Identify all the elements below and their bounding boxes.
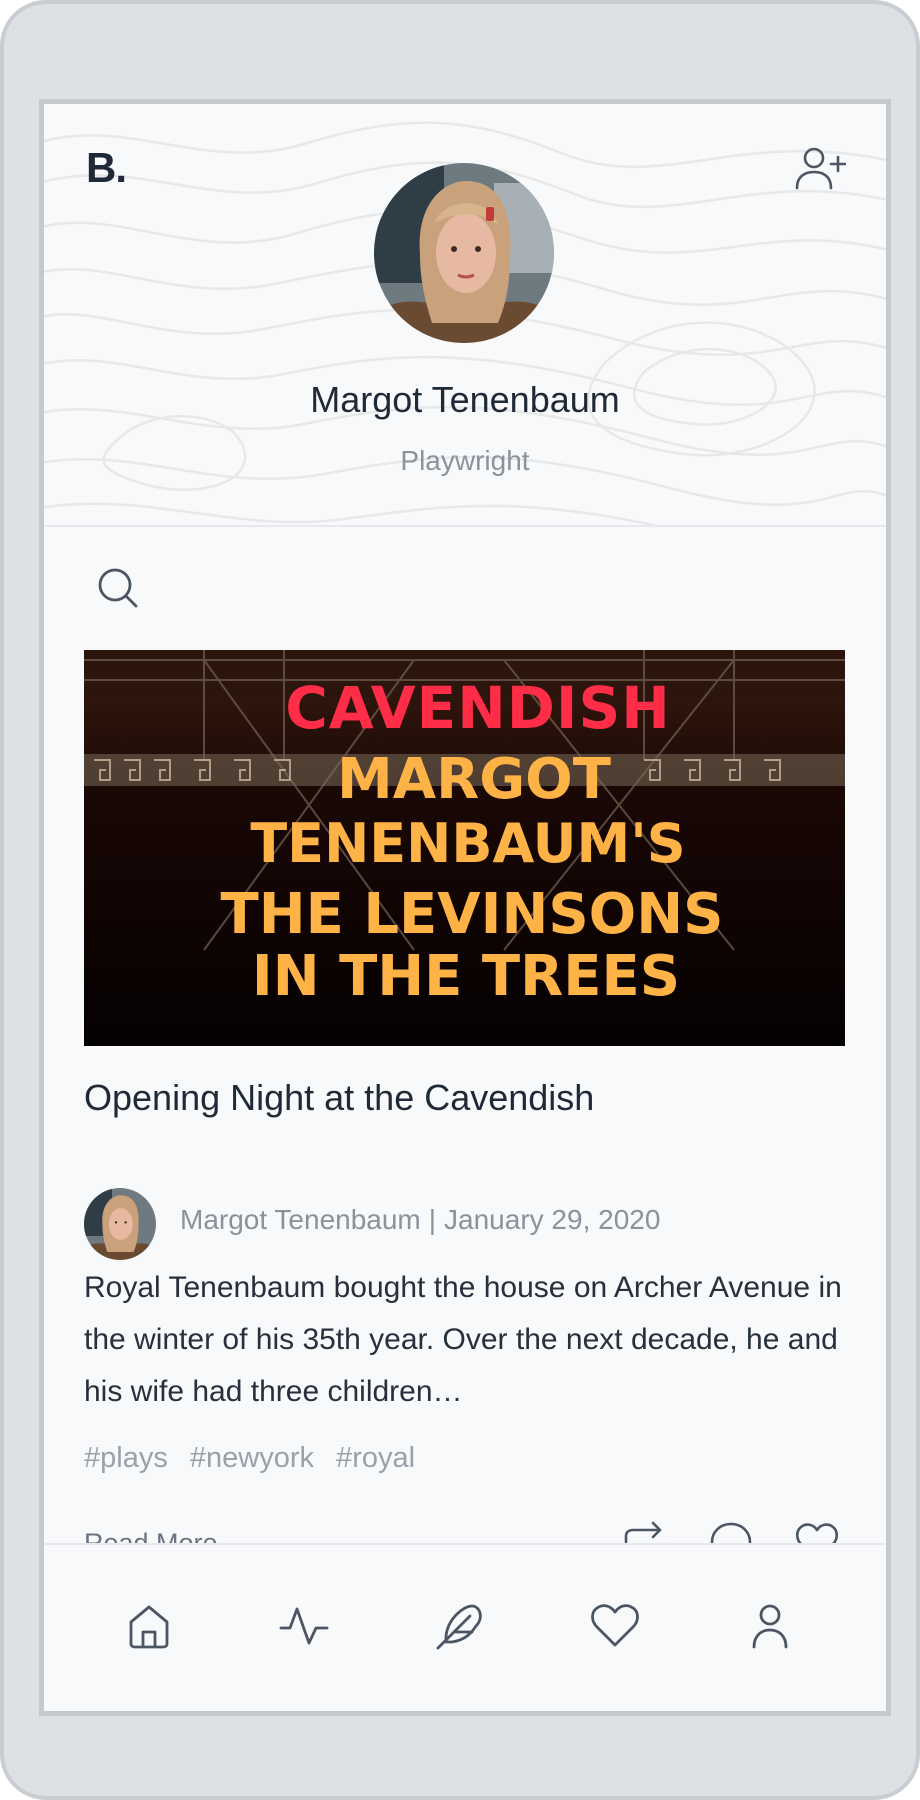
profile-header: B. Margot Tenenbaum Playwright	[44, 104, 886, 527]
search-icon	[98, 568, 138, 608]
tab-favorites[interactable]	[589, 1600, 641, 1652]
theater-marquee-image: CAVENDISH MARGOT TENENBAUM'S THE LEVINSO…	[84, 650, 845, 1046]
tab-home[interactable]	[123, 1600, 175, 1652]
profile-name: Margot Tenenbaum	[310, 379, 620, 420]
app-logo[interactable]: B.	[86, 144, 127, 192]
tag-newyork[interactable]: #newyork	[190, 1442, 314, 1474]
heart-icon	[591, 1604, 639, 1647]
profile-role: Playwright	[400, 445, 530, 476]
tab-profile[interactable]	[744, 1600, 796, 1652]
tab-activity[interactable]	[278, 1600, 330, 1652]
post-tags: #plays #newyork #royal	[84, 1442, 429, 1475]
post-date: January 29, 2020	[444, 1204, 661, 1235]
avatar-portrait	[374, 163, 554, 343]
user-icon	[752, 1604, 788, 1649]
post-meta: Margot Tenenbaum | January 29, 2020	[180, 1204, 660, 1236]
tag-royal[interactable]: #royal	[336, 1442, 415, 1474]
post-excerpt: Royal Tenenbaum bought the house on Arch…	[84, 1271, 842, 1408]
add-user-button[interactable]	[794, 146, 846, 192]
bottom-tab-bar	[44, 1543, 886, 1711]
tab-write[interactable]	[434, 1600, 486, 1652]
device-frame: B. Margot Tenenbaum Playwright CAVENDISH…	[0, 0, 920, 1800]
activity-icon	[279, 1607, 329, 1645]
tag-plays[interactable]: #plays	[84, 1442, 168, 1474]
post-image[interactable]: CAVENDISH MARGOT TENENBAUM'S THE LEVINSO…	[84, 650, 845, 1046]
marquee-line-4: THE LEVINSONS	[221, 882, 724, 947]
feather-icon	[436, 1604, 482, 1650]
profile-avatar[interactable]	[374, 163, 554, 343]
user-plus-icon	[795, 147, 846, 190]
search-button[interactable]	[94, 564, 142, 612]
meta-separator: |	[428, 1204, 437, 1235]
app-screen: B. Margot Tenenbaum Playwright CAVENDISH…	[39, 99, 891, 1716]
author-avatar[interactable]	[84, 1188, 156, 1260]
post-author[interactable]: Margot Tenenbaum	[180, 1204, 421, 1235]
marquee-line-1: CAVENDISH	[285, 674, 671, 742]
post-title[interactable]: Opening Night at the Cavendish	[84, 1077, 844, 1119]
marquee-line-2: MARGOT	[337, 747, 611, 812]
marquee-line-3: TENENBAUM'S	[250, 812, 685, 875]
author-avatar-portrait	[84, 1188, 156, 1260]
home-icon	[129, 1605, 169, 1649]
marquee-line-5: IN THE TREES	[252, 944, 680, 1009]
